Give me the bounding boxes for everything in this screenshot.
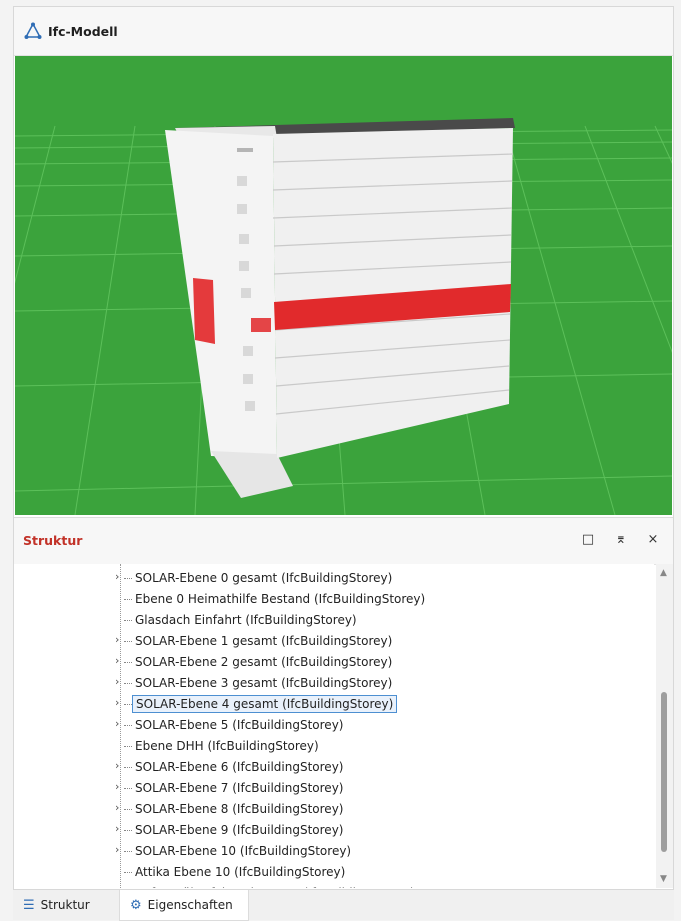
tree-connector — [124, 725, 132, 726]
chevron-right-icon[interactable]: › — [115, 822, 119, 835]
chevron-right-icon[interactable]: › — [115, 759, 119, 772]
tree-item-label: SOLAR-Ebene 10 (IfcBuildingStorey) — [135, 844, 352, 858]
tree-item-label: SOLAR-Ebene 7 (IfcBuildingStorey) — [135, 781, 344, 795]
tree-item[interactable]: › SOLAR-Ebene 6 (IfcBuildingStorey) — [14, 757, 654, 778]
tree-item[interactable]: › SOLAR-Ebene 4 gesamt (IfcBuildingStorey… — [14, 694, 654, 715]
tree-item[interactable]: › SOLAR-Ebene 8 (IfcBuildingStorey) — [14, 799, 654, 820]
tree-connector — [124, 788, 132, 789]
tree-item[interactable]: › SOLAR-Ebene 10 (IfcBuildingStorey) — [14, 841, 654, 862]
tab-eigenschaften-label: Eigenschaften — [147, 898, 233, 912]
bottom-tab-bar: ☰ Struktur ⚙ Eigenschaften — [13, 890, 674, 921]
tree-item-label: Attika Ebene 10 (IfcBuildingStorey) — [135, 865, 346, 879]
tree-item-label: SOLAR-Ebene 2 gesamt (IfcBuildingStorey) — [135, 655, 393, 669]
tree-connector — [124, 683, 132, 684]
tree-connector — [124, 809, 132, 810]
chevron-right-icon[interactable]: › — [115, 696, 119, 709]
tree-connector — [124, 599, 132, 600]
tree-connector — [124, 578, 132, 579]
tree-item[interactable]: Ebene 0 Heimathilfe Bestand (IfcBuilding… — [14, 589, 654, 610]
scroll-down-icon[interactable]: ▼ — [660, 874, 667, 884]
tab-eigenschaften[interactable]: ⚙ Eigenschaften — [119, 890, 249, 921]
gear-icon: ⚙ — [130, 897, 142, 913]
tree-item-label: Aufzugsüberfahrt Ebene 10 (IfcBuildingSt… — [132, 885, 418, 888]
tree-connector — [124, 767, 132, 768]
3d-viewport[interactable] — [15, 56, 672, 515]
tree-item-label: SOLAR-Ebene 8 (IfcBuildingStorey) — [135, 802, 344, 816]
tree-connector — [124, 641, 132, 642]
tree-item[interactable]: › SOLAR-Ebene 2 gesamt (IfcBuildingStorey… — [14, 652, 654, 673]
structure-panel-title: Struktur — [23, 533, 83, 548]
tree-item-label: Ebene 0 Heimathilfe Bestand (IfcBuilding… — [135, 592, 426, 606]
model-panel-header: Ifc-Modell — [14, 7, 673, 56]
structure-tree[interactable]: › SOLAR-Ebene 0 gesamt (IfcBuildingStorey… — [14, 564, 654, 888]
tree-item[interactable]: Ebene DHH (IfcBuildingStorey) — [14, 736, 654, 757]
tree-item-label: SOLAR-Ebene 3 gesamt (IfcBuildingStorey) — [135, 676, 393, 690]
tree-item[interactable]: Glasdach Einfahrt (IfcBuildingStorey) — [14, 610, 654, 631]
tree-item[interactable]: Attika Ebene 10 (IfcBuildingStorey) — [14, 862, 654, 883]
tree-item[interactable]: › SOLAR-Ebene 0 gesamt (IfcBuildingStorey… — [14, 568, 654, 589]
chevron-right-icon[interactable]: › — [115, 654, 119, 667]
tree-item[interactable]: Aufzugsüberfahrt Ebene 10 (IfcBuildingSt… — [14, 883, 654, 888]
tree-item[interactable]: › SOLAR-Ebene 1 gesamt (IfcBuildingStorey… — [14, 631, 654, 652]
chevron-right-icon[interactable]: › — [115, 633, 119, 646]
chevron-right-icon[interactable]: › — [115, 843, 119, 856]
tree-connector — [124, 662, 132, 663]
tree-item-label: SOLAR-Ebene 9 (IfcBuildingStorey) — [135, 823, 344, 837]
chevron-right-icon[interactable]: › — [115, 675, 119, 688]
tree-item-label: SOLAR-Ebene 6 (IfcBuildingStorey) — [135, 760, 344, 774]
tree-connector — [124, 851, 132, 852]
building-model[interactable] — [165, 118, 515, 498]
tree-item-label: Glasdach Einfahrt (IfcBuildingStorey) — [135, 613, 357, 627]
tree-connector — [124, 872, 132, 873]
scroll-up-icon[interactable]: ▲ — [660, 568, 667, 578]
chevron-right-icon[interactable]: › — [115, 717, 119, 730]
tree-item-label: SOLAR-Ebene 4 gesamt (IfcBuildingStorey) — [132, 695, 398, 713]
tree-item[interactable]: › SOLAR-Ebene 7 (IfcBuildingStorey) — [14, 778, 654, 799]
tree-item-label: SOLAR-Ebene 0 gesamt (IfcBuildingStorey) — [135, 571, 393, 585]
tree-connector — [124, 746, 132, 747]
main-window: Ifc-Modell Struktur □ ⌆ × › SOLAR-Ebene … — [13, 6, 674, 890]
tree-item-label: Ebene DHH (IfcBuildingStorey) — [135, 739, 319, 753]
pin-button[interactable]: ⌆ — [612, 531, 630, 549]
model-panel-title: Ifc-Modell — [48, 23, 118, 39]
maximize-button[interactable]: □ — [579, 531, 597, 549]
structure-panel-header: Struktur □ ⌆ × — [14, 517, 673, 565]
tab-struktur[interactable]: ☰ Struktur — [13, 890, 117, 920]
tree-connector — [124, 830, 132, 831]
close-button[interactable]: × — [644, 531, 662, 549]
tree-item[interactable]: › SOLAR-Ebene 5 (IfcBuildingStorey) — [14, 715, 654, 736]
tree-connector — [124, 704, 132, 705]
tree-item-label: SOLAR-Ebene 5 (IfcBuildingStorey) — [135, 718, 344, 732]
tree-item-label: SOLAR-Ebene 1 gesamt (IfcBuildingStorey) — [135, 634, 393, 648]
ifc-model-icon — [24, 22, 42, 39]
tree-icon: ☰ — [23, 897, 35, 913]
chevron-right-icon[interactable]: › — [115, 570, 119, 583]
scrollbar-thumb[interactable] — [661, 692, 667, 852]
tree-connector — [124, 620, 132, 621]
chevron-right-icon[interactable]: › — [115, 801, 119, 814]
tree-item[interactable]: › SOLAR-Ebene 3 gesamt (IfcBuildingStorey… — [14, 673, 654, 694]
tab-struktur-label: Struktur — [40, 898, 90, 912]
chevron-right-icon[interactable]: › — [115, 780, 119, 793]
3d-scene[interactable] — [15, 56, 672, 515]
tree-item[interactable]: › SOLAR-Ebene 9 (IfcBuildingStorey) — [14, 820, 654, 841]
tree-scrollbar[interactable]: ▲ ▼ — [656, 564, 673, 888]
